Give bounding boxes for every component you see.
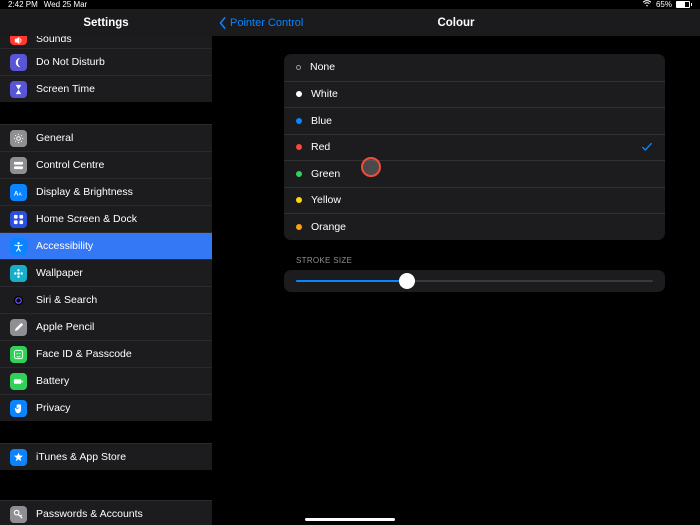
battery-icon xyxy=(10,373,27,390)
sidebar-item-label: Passwords & Accounts xyxy=(36,508,143,520)
sidebar-item-privacy[interactable]: Privacy xyxy=(0,394,212,421)
speaker-icon xyxy=(10,36,27,45)
accessibility-icon xyxy=(10,238,27,255)
sidebar-item-label: Privacy xyxy=(36,402,70,414)
sidebar-item-sounds[interactable]: Sounds xyxy=(0,36,212,48)
sidebar-item-apple-pencil[interactable]: Apple Pencil xyxy=(0,313,212,340)
stroke-size-label: STROKE SIZE xyxy=(296,256,665,265)
sidebar-item-battery[interactable]: Battery xyxy=(0,367,212,394)
sidebar-item-general[interactable]: General xyxy=(0,124,212,151)
moon-icon xyxy=(10,54,27,71)
sidebar-item-siri-search[interactable]: Siri & Search xyxy=(0,286,212,313)
hourglass-icon xyxy=(10,81,27,98)
detail-pane: Pointer Control Colour None White Blue Red G… xyxy=(212,9,700,525)
sidebar-item-label: Screen Time xyxy=(36,83,95,95)
sidebar-item-label: Home Screen & Dock xyxy=(36,213,137,225)
sidebar-item-label: General xyxy=(36,132,73,144)
sidebar-item-display-brightness[interactable]: AA Display & Brightness xyxy=(0,178,212,205)
sidebar-item-wallpaper[interactable]: Wallpaper xyxy=(0,259,212,286)
checkmark-icon xyxy=(641,141,653,153)
switches-icon xyxy=(10,157,27,174)
sidebar-item-label: Control Centre xyxy=(36,159,104,171)
svg-text:A: A xyxy=(19,191,23,196)
face-icon xyxy=(10,346,27,363)
colour-option-blue[interactable]: Blue xyxy=(284,107,665,134)
sidebar-title: Settings xyxy=(0,9,212,36)
pencil-icon xyxy=(10,319,27,336)
colour-option-label: Yellow xyxy=(311,194,341,206)
battery-icon xyxy=(676,1,692,8)
colour-option-orange[interactable]: Orange xyxy=(284,213,665,240)
sidebar-item-itunes-app-store[interactable]: iTunes & App Store xyxy=(0,443,212,470)
gear-icon xyxy=(10,130,27,147)
flower-icon xyxy=(10,265,27,282)
key-icon xyxy=(10,506,27,523)
text-size-icon: AA xyxy=(10,184,27,201)
colour-options: None White Blue Red Green Yellow Orange xyxy=(284,54,665,240)
sidebar-item-label: Apple Pencil xyxy=(36,321,94,333)
sidebar-item-label: Do Not Disturb xyxy=(36,56,105,68)
colour-swatch xyxy=(296,171,302,177)
colour-swatch xyxy=(296,65,301,70)
chevron-left-icon xyxy=(218,17,228,29)
colour-option-label: Red xyxy=(311,141,330,153)
back-label: Pointer Control xyxy=(230,17,303,29)
slider-thumb[interactable] xyxy=(399,273,415,289)
colour-option-label: White xyxy=(311,88,338,100)
colour-option-green[interactable]: Green xyxy=(284,160,665,187)
hand-icon xyxy=(10,400,27,417)
colour-option-none[interactable]: None xyxy=(284,54,665,81)
colour-option-yellow[interactable]: Yellow xyxy=(284,187,665,214)
colour-swatch xyxy=(296,197,302,203)
sidebar-item-label: Wallpaper xyxy=(36,267,83,279)
settings-sidebar: Settings Sounds Do Not Disturb Screen Time… xyxy=(0,9,212,525)
colour-option-red[interactable]: Red xyxy=(284,134,665,161)
sidebar-item-label: Battery xyxy=(36,375,69,387)
sidebar-item-label: Siri & Search xyxy=(36,294,97,306)
status-time: 2:42 PM xyxy=(8,0,38,9)
colour-option-label: Blue xyxy=(311,115,332,127)
colour-option-white[interactable]: White xyxy=(284,81,665,108)
colour-swatch xyxy=(296,118,302,124)
sidebar-item-home-screen-dock[interactable]: Home Screen & Dock xyxy=(0,205,212,232)
status-date: Wed 25 Mar xyxy=(44,0,87,9)
pointer-preview xyxy=(361,157,381,177)
sidebar-item-label: Sounds xyxy=(36,36,72,45)
sidebar-item-do-not-disturb[interactable]: Do Not Disturb xyxy=(0,48,212,75)
sidebar-item-label: Face ID & Passcode xyxy=(36,348,132,360)
colour-swatch xyxy=(296,91,302,97)
sidebar-item-passwords-accounts[interactable]: Passwords & Accounts xyxy=(0,500,212,525)
siri-icon xyxy=(10,292,27,309)
colour-option-label: None xyxy=(310,61,335,73)
back-button[interactable]: Pointer Control xyxy=(218,17,303,29)
sidebar-item-screen-time[interactable]: Screen Time xyxy=(0,75,212,102)
sidebar-item-face-id-passcode[interactable]: Face ID & Passcode xyxy=(0,340,212,367)
sidebar-item-control-centre[interactable]: Control Centre xyxy=(0,151,212,178)
colour-swatch xyxy=(296,224,302,230)
grid-icon xyxy=(10,211,27,228)
colour-swatch xyxy=(296,144,302,150)
stroke-size-slider[interactable] xyxy=(296,280,653,283)
sidebar-item-accessibility[interactable]: Accessibility xyxy=(0,232,212,259)
sidebar-item-label: Display & Brightness xyxy=(36,186,133,198)
sidebar-item-label: Accessibility xyxy=(36,240,93,252)
home-indicator[interactable] xyxy=(305,518,395,521)
colour-option-label: Orange xyxy=(311,221,346,233)
colour-option-label: Green xyxy=(311,168,340,180)
appstore-icon xyxy=(10,449,27,466)
battery-percent: 65% xyxy=(656,0,672,9)
sidebar-item-label: iTunes & App Store xyxy=(36,451,126,463)
detail-title: Colour xyxy=(437,17,474,29)
status-bar: 2:42 PM Wed 25 Mar 65% xyxy=(0,0,700,9)
wifi-icon xyxy=(642,0,652,9)
